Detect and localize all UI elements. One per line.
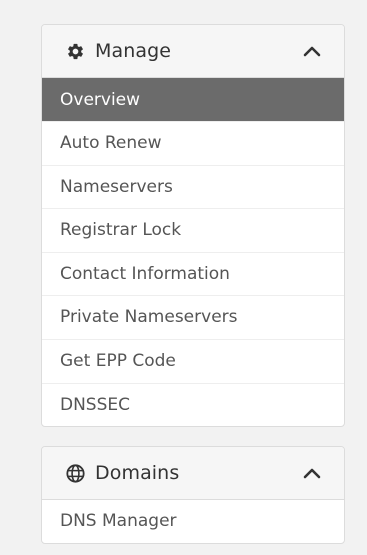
chevron-up-icon[interactable] — [302, 41, 322, 61]
manage-panel-header[interactable]: Manage — [42, 25, 344, 78]
manage-menu-list: Overview Auto Renew Nameservers Registra… — [42, 78, 344, 426]
menu-item-overview[interactable]: Overview — [42, 78, 344, 122]
gear-icon — [65, 41, 85, 61]
domains-panel-header[interactable]: Domains — [42, 447, 344, 500]
manage-panel: Manage Overview Auto Renew Nameservers R… — [41, 24, 345, 427]
menu-item-nameservers[interactable]: Nameservers — [42, 166, 344, 210]
menu-item-registrar-lock[interactable]: Registrar Lock — [42, 209, 344, 253]
menu-item-get-epp-code[interactable]: Get EPP Code — [42, 340, 344, 384]
menu-item-auto-renew[interactable]: Auto Renew — [42, 122, 344, 166]
menu-item-contact-information[interactable]: Contact Information — [42, 253, 344, 297]
domains-panel-title: Domains — [95, 462, 180, 484]
manage-panel-title: Manage — [95, 40, 172, 62]
domains-menu-list: DNS Manager — [42, 500, 344, 543]
menu-item-dnssec[interactable]: DNSSEC — [42, 384, 344, 426]
menu-item-private-nameservers[interactable]: Private Nameservers — [42, 296, 344, 340]
domains-panel: Domains DNS Manager — [41, 446, 345, 544]
globe-icon — [65, 463, 85, 483]
chevron-up-icon[interactable] — [302, 463, 322, 483]
menu-item-dns-manager[interactable]: DNS Manager — [42, 500, 344, 543]
